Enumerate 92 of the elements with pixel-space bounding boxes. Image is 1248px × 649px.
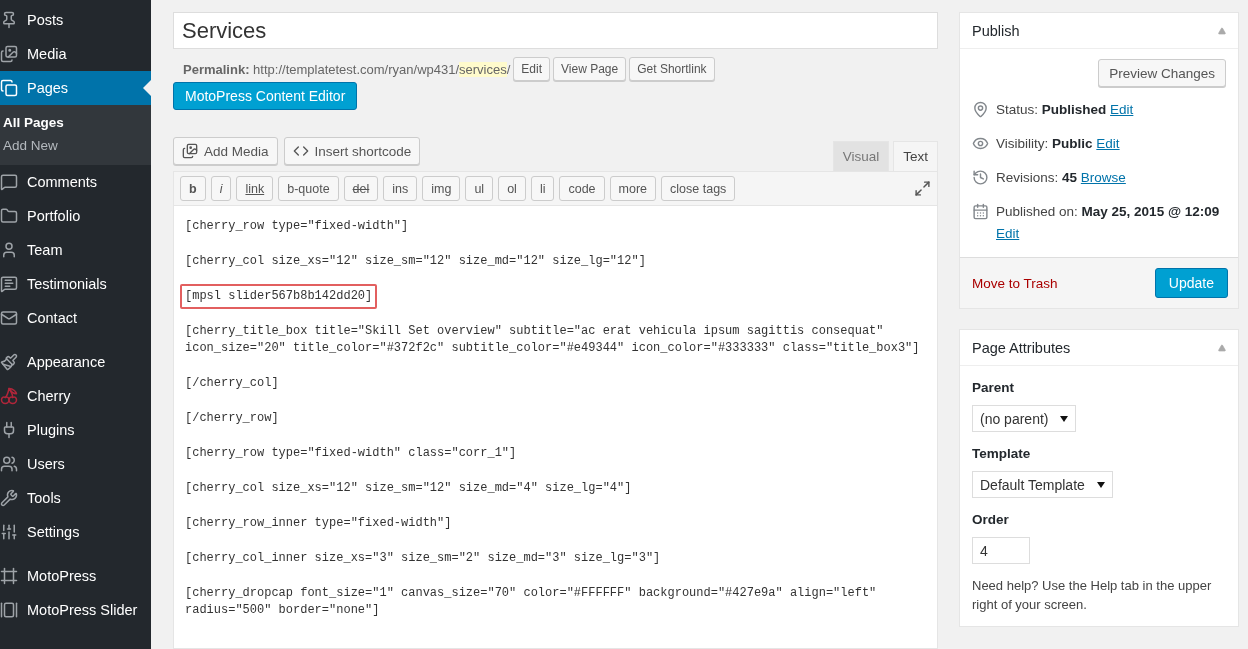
meta-text: Revisions: 45 Browse [996, 169, 1126, 187]
menu-item[interactable]: Tools [0, 481, 151, 515]
eye-icon [972, 135, 989, 152]
menu-item[interactable]: Posts [0, 3, 151, 37]
calendar-icon [972, 203, 989, 220]
person-icon [0, 241, 18, 259]
meta-text: Published on: May 25, 2015 @ 12:09 Edit [996, 203, 1221, 243]
title-field[interactable]: Services [173, 12, 938, 49]
meta-text: Visibility: Public Edit [996, 135, 1120, 153]
pages-icon [0, 79, 18, 97]
speech-lines-icon [0, 275, 18, 293]
frame-icon [0, 567, 18, 585]
menu-item[interactable]: Settings [0, 515, 151, 549]
edit-link[interactable]: Browse [1080, 170, 1126, 185]
help-text: Need help? Use the Help tab in the upper right of your screen. [972, 577, 1213, 614]
submenu-item[interactable]: Add New [0, 134, 151, 157]
menu-item[interactable]: Plugins [0, 413, 151, 447]
quicktag-button[interactable]: ol [498, 176, 526, 201]
menu-item[interactable]: MotoPress Slider [0, 593, 151, 627]
pin-icon [0, 11, 18, 29]
edit-link[interactable]: Edit [1110, 102, 1134, 117]
gallery-icon [0, 601, 18, 619]
code-line: [cherry_title_box title="Skill Set overview" subtitle="ac erat vehicula ipsum sagittis consequat" icon_size="20" title_color="#372f2c" subtitle_color="#e49344" icon_color="#333333" class="title_box3"] [184, 323, 921, 357]
code-line: [/cherry_row] [184, 410, 280, 427]
code-line: [cherry_row type="fixed-width" class="corr_1"] [184, 445, 518, 462]
submenu-item[interactable]: All Pages [0, 111, 151, 134]
code-line: [cherry_col_inner size_xs="3" size_sm="2" size_md="3" size_lg="3"] [184, 550, 662, 567]
edit-link[interactable]: Edit [1096, 136, 1120, 151]
images-icon [0, 45, 18, 63]
field-label: Order [972, 512, 1010, 527]
menu-item[interactable]: MotoPress [0, 559, 151, 593]
permalink-text: Permalink: http://templatetest.com/ryan/wp431/services/ [183, 61, 511, 77]
trash-link[interactable]: Move to Trash [972, 275, 1058, 291]
code-line: [/cherry_col] [184, 375, 280, 392]
code-line: [cherry_dropcap font_size="1" canvas_size="70" color="#FFFFFF" background="#427e9a" align="left" radius="500" border="none"] [184, 585, 878, 619]
template-select[interactable]: Default Template [972, 471, 1113, 498]
quicktag-button[interactable]: ul [465, 176, 494, 201]
menu-item[interactable]: Testimonials [0, 267, 151, 301]
editor-tab[interactable]: Text [893, 141, 938, 171]
panel-title: Page Attributes [972, 339, 1071, 356]
permalink-button[interactable]: Get Shortlink [629, 57, 715, 81]
quicktag-button[interactable]: more [609, 176, 657, 201]
code-icon [292, 143, 309, 159]
menu-item[interactable]: Media [0, 37, 151, 71]
menu-item[interactable]: Appearance [0, 345, 151, 379]
code-line: [cherry_col size_xs="12" size_sm="12" size_md="12" size_lg="12"] [184, 253, 647, 270]
quicktag-button[interactable]: code [559, 176, 605, 201]
wrench-icon [0, 489, 18, 507]
preview-button[interactable]: Preview Changes [1098, 59, 1226, 87]
fullscreen-icon[interactable] [914, 180, 931, 197]
folder-icon [0, 207, 18, 225]
field-label: Parent [972, 380, 1016, 395]
code-editor[interactable] [173, 206, 938, 649]
media-button[interactable]: Add Media [173, 137, 278, 165]
code-line: [cherry_row type="fixed-width"] [184, 218, 410, 235]
speech-bubble-icon [0, 173, 18, 191]
panel-title: Publish [972, 22, 1020, 39]
code-line: [cherry_row_inner type="fixed-width"] [184, 515, 453, 532]
quicktag-button[interactable]: i [210, 176, 232, 201]
quicktag-button[interactable]: b [180, 176, 206, 201]
cherry-icon [0, 387, 18, 405]
quicktag-button[interactable]: img [422, 176, 461, 201]
quicktag-button[interactable]: close tags [661, 176, 736, 201]
people-icon [0, 455, 18, 473]
pin-icon [972, 101, 989, 118]
edit-link[interactable]: Edit [996, 226, 1020, 241]
envelope-icon [0, 309, 18, 327]
meta-text: Status: Published Edit [996, 101, 1134, 119]
menu-item[interactable]: Comments [0, 165, 151, 199]
menu-item[interactable]: Portfolio [0, 199, 151, 233]
quicktag-button[interactable]: b-quote [278, 176, 339, 201]
quicktag-button[interactable]: li [530, 176, 555, 201]
order-field[interactable]: 4 [972, 537, 1030, 564]
field-label: Template [972, 446, 1032, 461]
images-icon [182, 143, 198, 159]
menu-item[interactable]: Cherry [0, 379, 151, 413]
quicktag-button[interactable]: del [343, 176, 379, 201]
permalink-button[interactable]: View Page [553, 57, 627, 81]
history-icon [972, 169, 989, 186]
menu-item[interactable]: Contact [0, 301, 151, 335]
menu-item[interactable]: Users [0, 447, 151, 481]
editor-tab[interactable]: Visual [832, 141, 890, 171]
quicktag-button[interactable]: ins [383, 176, 418, 201]
media-button[interactable]: Insert shortcode [283, 137, 421, 165]
parent-select[interactable]: (no parent) [972, 405, 1077, 432]
code-line: [cherry_col size_xs="12" size_sm="12" size_md="4" size_lg="4"] [184, 480, 633, 497]
quicktag-button[interactable]: link [236, 176, 274, 201]
paintbrush-icon [0, 353, 18, 371]
menu-item[interactable]: Pages [0, 71, 151, 105]
sliders-icon [0, 523, 18, 541]
permalink-button[interactable]: Edit [513, 57, 551, 81]
menu-item[interactable]: Team [0, 233, 151, 267]
